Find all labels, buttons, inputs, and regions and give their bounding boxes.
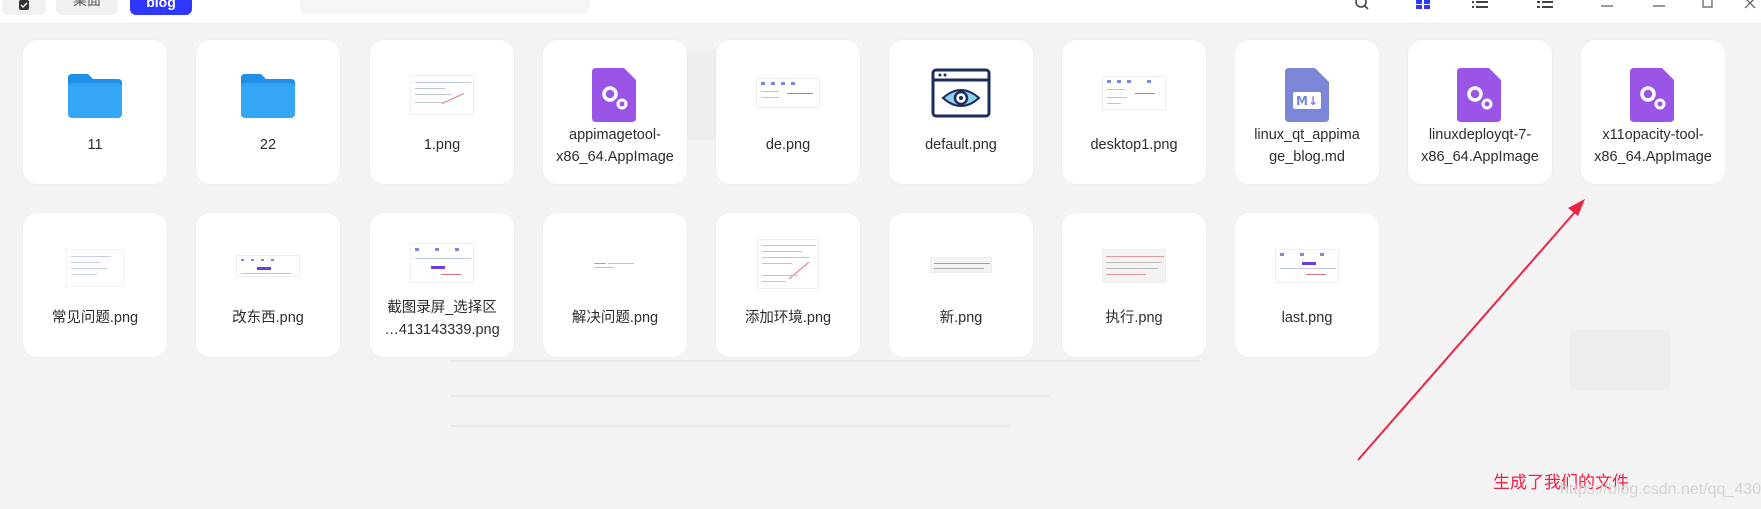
watermark: https://blog.csdn.net/qq_43081702 <box>1560 481 1761 498</box>
annotation-arrow <box>1357 199 1585 461</box>
